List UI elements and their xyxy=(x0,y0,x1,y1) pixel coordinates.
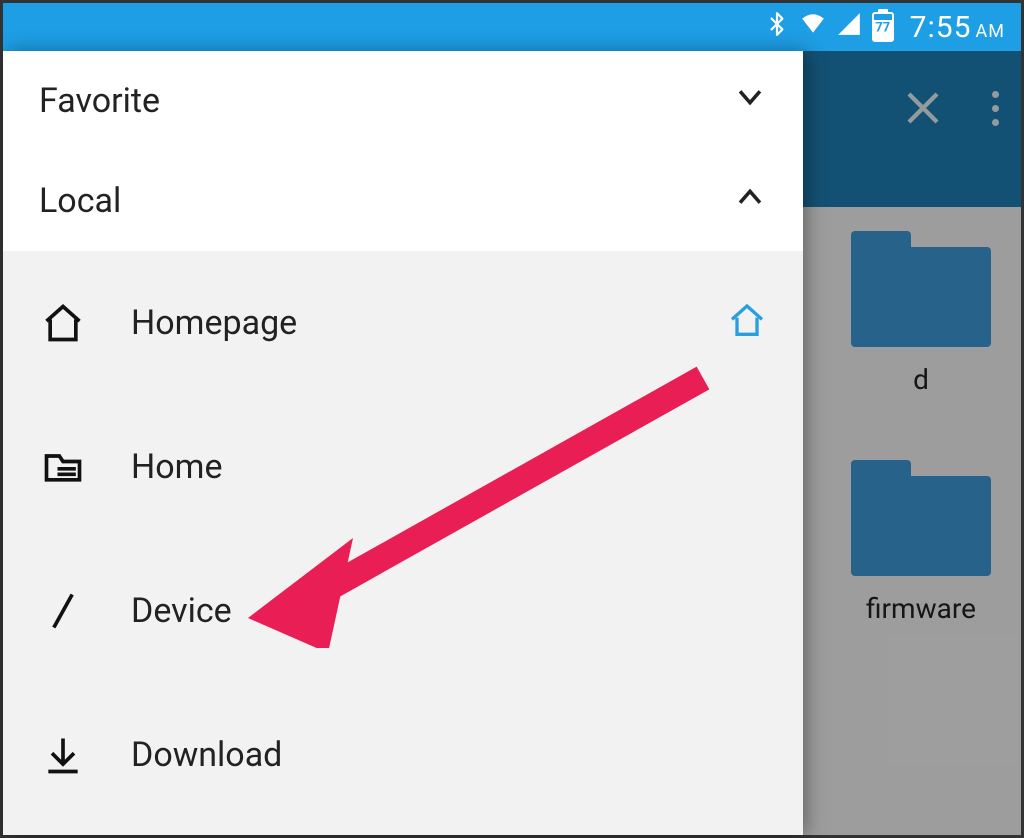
chevron-up-icon xyxy=(733,180,767,223)
drawer-item-label: Device xyxy=(131,591,232,631)
section-local[interactable]: Local xyxy=(3,151,803,251)
status-clock: 7:55 AM xyxy=(910,10,1005,45)
home-marker-icon xyxy=(727,301,767,345)
drawer-item-label: Download xyxy=(131,735,282,775)
drawer-item-homepage[interactable]: Homepage xyxy=(3,251,803,395)
house-icon xyxy=(39,299,87,347)
slash-icon xyxy=(39,587,87,635)
section-title: Local xyxy=(39,181,121,221)
navigation-drawer: Favorite Local Homepage Home xyxy=(3,51,803,835)
bluetooth-icon xyxy=(764,11,790,43)
drawer-item-label: Home xyxy=(131,447,223,487)
download-icon xyxy=(39,731,87,779)
section-favorite[interactable]: Favorite xyxy=(3,51,803,151)
local-items-list: Homepage Home Device Download xyxy=(3,251,803,835)
status-bar: 77 7:55 AM xyxy=(3,3,1021,51)
battery-icon: 77 xyxy=(872,12,894,42)
battery-percent: 77 xyxy=(875,21,890,36)
folder-list-icon xyxy=(39,443,87,491)
chevron-down-icon xyxy=(733,80,767,123)
section-title: Favorite xyxy=(39,81,160,121)
drawer-item-download[interactable]: Download xyxy=(3,683,803,827)
drawer-item-home[interactable]: Home xyxy=(3,395,803,539)
wifi-icon xyxy=(800,11,826,43)
cellular-icon xyxy=(836,11,862,43)
drawer-item-device[interactable]: Device xyxy=(3,539,803,683)
drawer-item-label: Homepage xyxy=(131,303,297,343)
